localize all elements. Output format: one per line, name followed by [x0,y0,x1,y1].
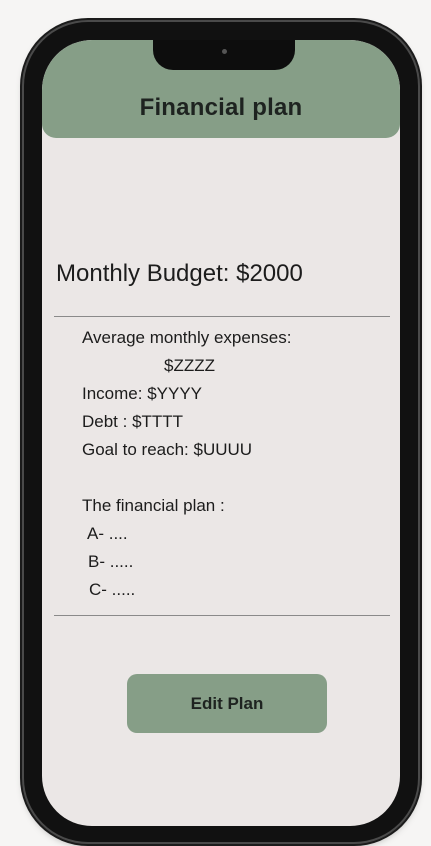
debt-text: Debt : $TTTT [82,412,184,431]
app-stage: Financial plan Monthly Budget: $2000 Ave… [0,0,431,846]
expenses-label: Average monthly expenses: [82,328,292,347]
plan-item-c: C- ..... [89,580,136,599]
bottom-divider [54,615,390,616]
phone-screen: Financial plan Monthly Budget: $2000 Ave… [42,40,400,826]
phone-notch [153,40,295,70]
plan-item-a: A- .... [87,524,128,543]
phone-frame: Financial plan Monthly Budget: $2000 Ave… [24,22,418,842]
expenses-value: $ZZZZ [164,356,215,375]
income-text: Income: $YYYY [82,384,203,403]
plan-item-b: B- ..... [88,552,134,571]
camera-icon [222,49,227,54]
app-header: Financial plan [42,40,400,138]
details-spacer [82,464,291,492]
edit-plan-button[interactable]: Edit Plan [127,674,327,733]
goal-text: Goal to reach: $UUUU [82,440,253,459]
top-divider [54,316,390,317]
financial-details: Average monthly expenses: $ZZZZ Income: … [82,324,291,604]
plan-heading: The financial plan : [82,496,225,515]
monthly-budget-text: Monthly Budget: $2000 [56,260,303,287]
page-title: Financial plan [139,94,303,121]
